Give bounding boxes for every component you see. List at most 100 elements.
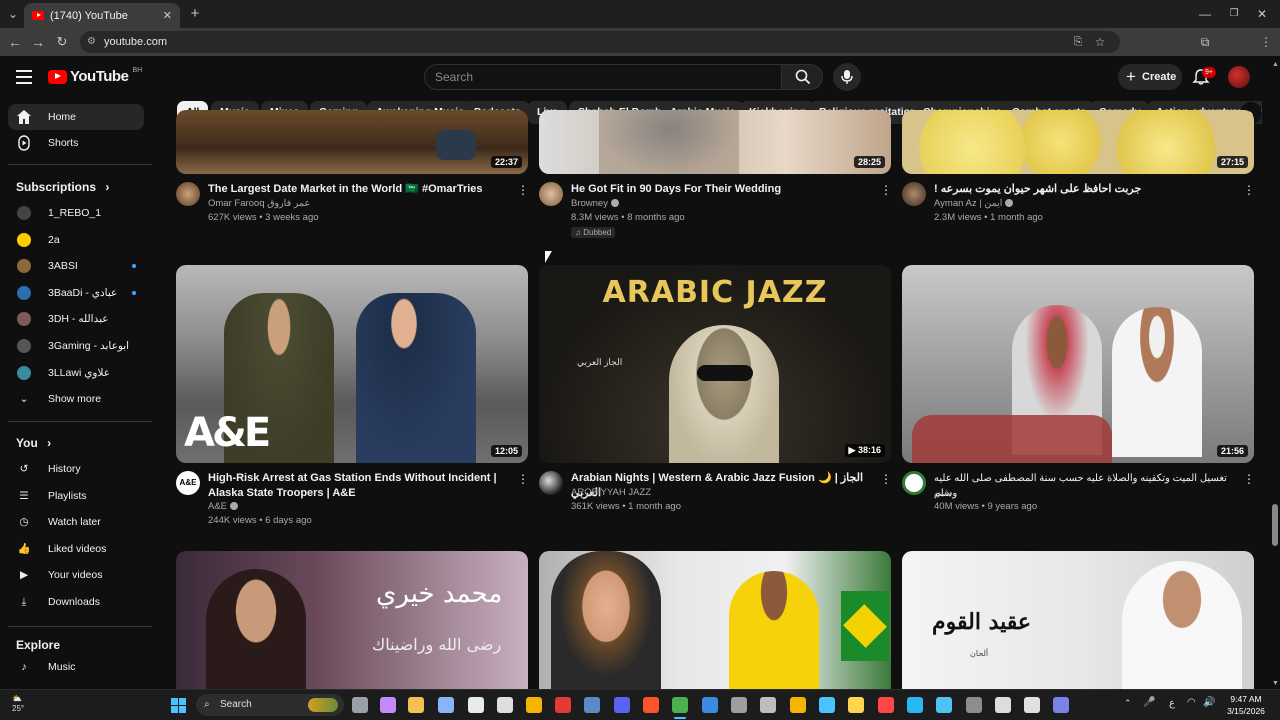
sidebar-item-playlists[interactable]: ☰ Playlists	[8, 483, 144, 509]
channel-avatar[interactable]: A&E	[176, 471, 200, 495]
ea-icon[interactable]	[878, 697, 894, 713]
app-icon[interactable]	[936, 697, 952, 713]
minimize-icon[interactable]: —	[1196, 5, 1214, 23]
channel-avatar[interactable]	[902, 182, 926, 206]
scroll-down-arrow-icon[interactable]: ▼	[1272, 680, 1279, 687]
sidebar-subscription-item[interactable]: 1_REBO_1	[8, 200, 144, 226]
sidebar-item-your-videos[interactable]: ▶ Your videos	[8, 562, 144, 588]
page-scrollbar-thumb[interactable]	[1272, 504, 1278, 546]
app-icon[interactable]	[468, 697, 484, 713]
discord-icon[interactable]	[614, 697, 630, 713]
sidebar-item-watch-later[interactable]: ◷ Watch later	[8, 509, 144, 535]
app-icon[interactable]	[731, 697, 747, 713]
brave-icon[interactable]	[643, 697, 659, 713]
sidebar-subscription-item[interactable]: 3DH - عبدالله	[8, 306, 144, 332]
chrome-icon[interactable]	[672, 697, 688, 713]
app-icon[interactable]	[1024, 697, 1040, 713]
browser-tab[interactable]: (1740) YouTube ✕	[24, 3, 180, 28]
sidebar-subscription-item[interactable]: 3ABSI	[8, 253, 144, 279]
taskbar-search-box[interactable]: ⌕ Search	[196, 694, 344, 716]
sidebar-item-history[interactable]: ↺ History	[8, 456, 144, 482]
more-actions-icon[interactable]: ⋮	[517, 472, 529, 486]
search-input[interactable]: Search	[424, 64, 782, 90]
video-thumbnail[interactable]: 22:37	[176, 110, 528, 174]
epic-games-icon[interactable]	[497, 697, 513, 713]
rockstar-icon[interactable]	[526, 697, 542, 713]
app-icon[interactable]	[848, 697, 864, 713]
video-thumbnail[interactable]: ARABIC JAZZ الجاز العربي ▶ 38:16	[539, 265, 891, 463]
video-title[interactable]: The Largest Date Market in the World 🇸🇦 …	[208, 182, 508, 197]
weather-widget[interactable]: ⛅ 25°	[12, 694, 24, 714]
show-more-button[interactable]: ⌄ Show more	[8, 386, 144, 412]
video-title[interactable]: He Got Fit in 90 Days For Their Wedding	[571, 182, 871, 197]
window-close-icon[interactable]: ✕	[1253, 5, 1271, 23]
more-actions-icon[interactable]: ⋮	[1243, 472, 1255, 486]
channel-name[interactable]: AROBIYYAH JAZZ	[571, 486, 651, 500]
taskbar-clock[interactable]: 9:47 AM 3/15/2026	[1226, 693, 1266, 717]
settings-icon[interactable]	[438, 697, 454, 713]
channel-avatar[interactable]	[539, 471, 563, 495]
page-scrollbar-track[interactable]	[1270, 58, 1280, 689]
channel-name[interactable]: A&E	[208, 500, 239, 514]
you-heading[interactable]: You ›	[16, 436, 51, 450]
search-button[interactable]	[781, 64, 823, 90]
video-title[interactable]: High-Risk Arrest at Gas Station Ends Wit…	[208, 471, 512, 501]
more-actions-icon[interactable]: ⋮	[880, 183, 892, 197]
bookmark-star-icon[interactable]: ☆	[1091, 33, 1109, 51]
app-icon[interactable]	[966, 697, 982, 713]
input-language[interactable]: ع	[1169, 698, 1175, 709]
video-title[interactable]: جربت احافظ على اشهر حيوان يموت بسرعه !	[934, 182, 1234, 197]
create-button[interactable]: Create	[1118, 64, 1182, 90]
volume-icon[interactable]: 🔊	[1203, 697, 1215, 708]
video-thumbnail[interactable]: A&E 12:05	[176, 265, 528, 463]
site-info-icon[interactable]: ⚙	[87, 31, 96, 53]
more-actions-icon[interactable]: ⋮	[1243, 183, 1255, 197]
video-thumbnail[interactable]: محمد خيري رضى الله وراضيناك	[176, 551, 528, 689]
steam-icon[interactable]	[584, 697, 600, 713]
video-title[interactable]: تغسيل الميت وتكفينه والصلاة عليه حسب سنة…	[934, 471, 1238, 501]
account-avatar[interactable]	[1228, 66, 1250, 88]
forward-icon[interactable]: →	[29, 33, 47, 51]
video-thumbnail[interactable]	[539, 551, 891, 689]
subscriptions-heading[interactable]: Subscriptions ›	[16, 180, 109, 194]
reload-icon[interactable]: ↻	[53, 33, 71, 51]
sidebar-subscription-item[interactable]: 3Gaming - ابوعابد	[8, 333, 144, 359]
visual-studio-icon[interactable]	[702, 697, 718, 713]
video-thumbnail[interactable]: 27:15	[902, 110, 1254, 174]
app-icon[interactable]	[995, 697, 1011, 713]
hamburger-menu-icon[interactable]	[16, 70, 32, 84]
file-explorer-icon[interactable]	[408, 697, 424, 713]
sidebar-item-music[interactable]: ♪ Music	[8, 654, 144, 680]
video-thumbnail[interactable]: 21:56	[902, 265, 1254, 463]
app-icon[interactable]	[907, 697, 923, 713]
channel-avatar[interactable]	[539, 182, 563, 206]
wifi-icon[interactable]: ◠	[1187, 697, 1196, 708]
sidebar-item-shorts[interactable]: Shorts	[8, 130, 144, 156]
more-actions-icon[interactable]: ⋮	[880, 472, 892, 486]
teams-icon[interactable]	[1053, 697, 1069, 713]
tab-search-icon[interactable]: ⌄	[4, 5, 22, 23]
sidebar-subscription-item[interactable]: 3LLawi علاوي	[8, 360, 144, 386]
channel-name[interactable]: Browney	[571, 197, 619, 211]
channel-name[interactable]: Omar Farooq عمر فاروق	[208, 197, 310, 211]
channel-avatar[interactable]	[902, 471, 926, 495]
youtube-logo[interactable]: YouTube BH	[48, 67, 142, 85]
sidebar-item-liked-videos[interactable]: 👍 Liked videos	[8, 536, 144, 562]
sidebar-subscription-item[interactable]: 2a	[8, 227, 144, 253]
app-icon[interactable]	[555, 697, 571, 713]
tray-mic-icon[interactable]: 🎤	[1143, 697, 1155, 708]
more-actions-icon[interactable]: ⋮	[517, 183, 529, 197]
app-icon[interactable]	[760, 697, 776, 713]
sidebar-subscription-item[interactable]: 3BaaDi - عبادي	[8, 280, 144, 306]
app-icon[interactable]	[819, 697, 835, 713]
url-field[interactable]: ⚙ youtube.com	[80, 31, 1120, 53]
task-view-icon[interactable]	[352, 697, 368, 713]
back-icon[interactable]: ←	[6, 33, 24, 51]
voice-search-button[interactable]	[833, 63, 861, 91]
channel-avatar[interactable]	[176, 182, 200, 206]
copilot-icon[interactable]	[380, 697, 396, 713]
tab-close-icon[interactable]: ✕	[163, 9, 172, 22]
scroll-up-arrow-icon[interactable]: ▲	[1272, 61, 1279, 68]
windows-start-icon[interactable]	[171, 698, 186, 713]
channel-name[interactable]: يقين	[934, 486, 952, 500]
